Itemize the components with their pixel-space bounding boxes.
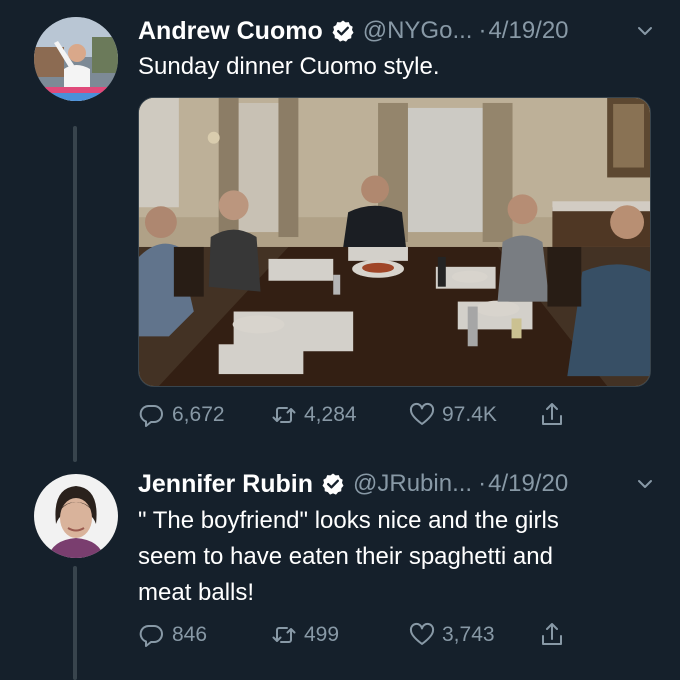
tweet-photo[interactable]	[138, 97, 651, 387]
display-name[interactable]: Jennifer Rubin	[138, 470, 313, 499]
tweet-text-line: meat balls!	[138, 579, 255, 606]
reply-icon	[138, 401, 166, 429]
display-name[interactable]: Andrew Cuomo	[138, 17, 323, 46]
like-button[interactable]: 97.4K	[408, 398, 497, 432]
share-button[interactable]	[538, 398, 566, 432]
thread-line	[73, 126, 77, 462]
like-button[interactable]: 3,743	[408, 618, 495, 652]
retweet-count: 499	[304, 623, 340, 646]
tweet-header: Jennifer Rubin @JRubin... · 4/19/20	[138, 467, 660, 501]
verified-badge-icon	[331, 19, 355, 43]
share-icon	[538, 621, 566, 649]
dinner-photo	[139, 98, 650, 386]
tweet-header: Andrew Cuomo @NYGo... · 4/19/20	[138, 14, 660, 48]
avatar-photo	[34, 17, 118, 101]
chevron-down-icon[interactable]	[634, 20, 656, 42]
tweet-actions: 6,672 4,284 97.4K	[138, 398, 608, 432]
avatar[interactable]	[34, 17, 118, 101]
retweet-icon	[270, 621, 298, 649]
chevron-down-icon[interactable]	[634, 473, 656, 495]
share-icon	[538, 401, 566, 429]
reply-count: 6,672	[172, 403, 225, 426]
tweet-text-line: seem to have eaten their spaghetti and	[138, 543, 553, 570]
tweet-text: Sunday dinner Cuomo style.	[138, 53, 440, 80]
like-icon	[408, 621, 436, 649]
handle[interactable]: @JRubin...	[353, 470, 472, 498]
handle[interactable]: @NYGo...	[363, 17, 473, 45]
avatar-photo	[34, 474, 118, 558]
avatar[interactable]	[34, 474, 118, 558]
thread-line	[73, 566, 77, 680]
tweet-actions: 846 499 3,743	[138, 618, 608, 652]
retweet-icon	[270, 401, 298, 429]
retweet-button[interactable]: 4,284	[270, 398, 357, 432]
like-icon	[408, 401, 436, 429]
like-count: 97.4K	[442, 403, 497, 426]
separator-dot: ·	[478, 470, 487, 497]
tweet-text: " The boyfriend" looks nice and the girl…	[138, 503, 658, 611]
reply-count: 846	[172, 623, 208, 646]
share-button[interactable]	[538, 618, 566, 652]
tweet-date[interactable]: 4/19/20	[488, 17, 568, 45]
retweet-count: 4,284	[304, 403, 357, 426]
tweet-text-line: " The boyfriend" looks nice and the girl…	[138, 507, 559, 534]
tweet-date[interactable]: 4/19/20	[488, 470, 568, 498]
retweet-button[interactable]: 499	[270, 618, 339, 652]
verified-badge-icon	[321, 472, 345, 496]
reply-button[interactable]: 846	[138, 618, 207, 652]
reply-button[interactable]: 6,672	[138, 398, 225, 432]
like-count: 3,743	[442, 623, 495, 646]
separator-dot: ·	[478, 17, 487, 44]
reply-icon	[138, 621, 166, 649]
